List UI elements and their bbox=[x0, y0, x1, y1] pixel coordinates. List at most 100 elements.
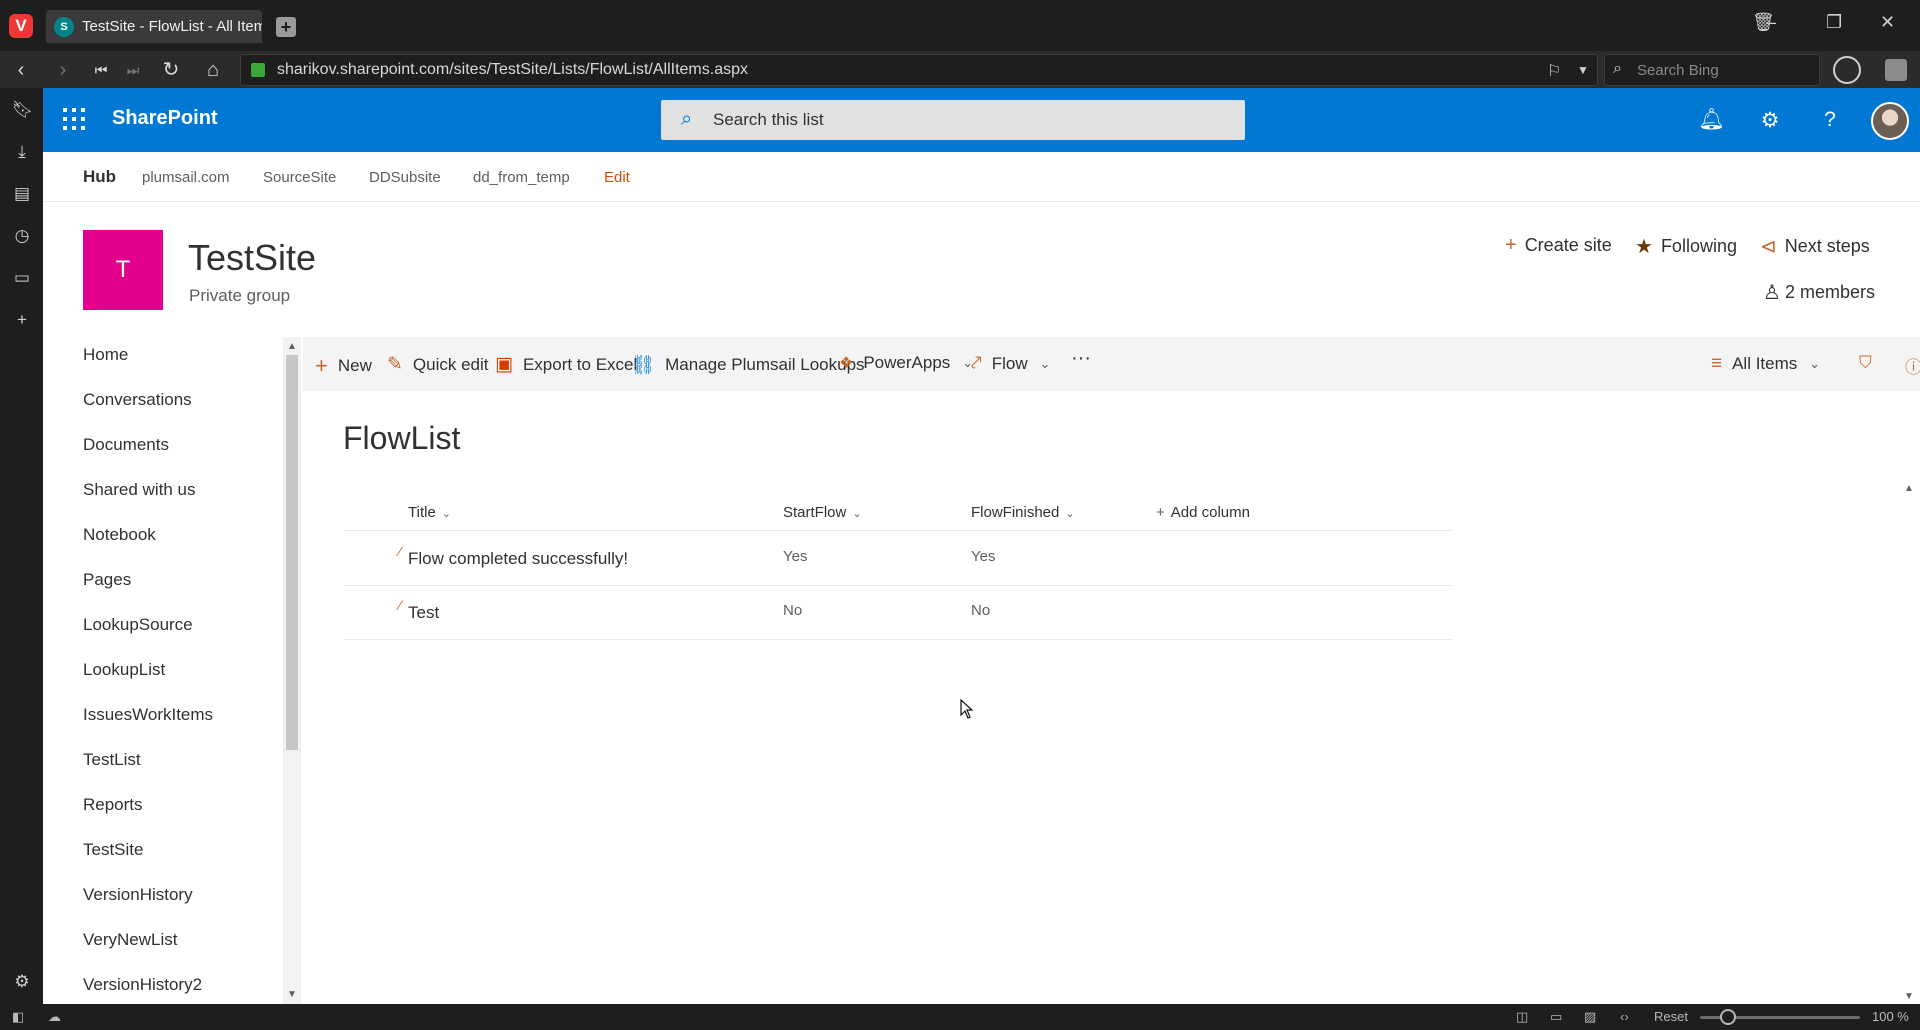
powerapps-button[interactable]: ❖ PowerApps ⌄ bbox=[839, 353, 973, 373]
window-panel-icon[interactable]: ▭ bbox=[12, 268, 32, 288]
row-title[interactable]: Test bbox=[408, 603, 439, 623]
zoom-slider-handle[interactable] bbox=[1720, 1009, 1736, 1025]
history-icon[interactable]: ◷ bbox=[12, 226, 32, 246]
members-button[interactable]: ♙ 2 members bbox=[1763, 280, 1875, 305]
close-icon[interactable]: ✕ bbox=[1880, 12, 1895, 33]
nav-item-testsite[interactable]: TestSite bbox=[83, 840, 143, 860]
main-scrollbar[interactable]: ▲ ▼ bbox=[1899, 391, 1920, 1004]
extension-icon[interactable] bbox=[1885, 59, 1907, 81]
vivaldi-menu-icon[interactable]: V bbox=[9, 14, 33, 38]
sync-cloud-icon[interactable]: ☁ bbox=[48, 1009, 61, 1025]
zoom-reset-button[interactable]: Reset bbox=[1654, 1009, 1688, 1024]
megaphone-icon: ⊲ bbox=[1760, 236, 1777, 258]
rewind-icon[interactable]: ⏮ bbox=[88, 57, 114, 83]
site-title[interactable]: TestSite bbox=[188, 237, 316, 279]
create-site-button[interactable]: + Create site bbox=[1505, 234, 1612, 257]
more-commands-button[interactable]: ··· bbox=[1071, 347, 1091, 370]
restore-icon[interactable]: ❐ bbox=[1826, 12, 1842, 33]
column-header-startflow[interactable]: StartFlow ⌄ bbox=[783, 504, 862, 521]
add-column-button[interactable]: + Add column bbox=[1156, 504, 1250, 521]
code-icon[interactable]: ‹› bbox=[1620, 1009, 1629, 1024]
capture-icon[interactable]: ◫ bbox=[1516, 1009, 1528, 1025]
tab-title: TestSite - FlowList - All Items bbox=[82, 18, 262, 35]
browser-tab-bar: V S TestSite - FlowList - All Items + 🗑 … bbox=[0, 0, 1920, 51]
hub-link-sourcesite[interactable]: SourceSite bbox=[263, 169, 336, 186]
site-logo[interactable]: T bbox=[83, 230, 163, 310]
new-button[interactable]: + New bbox=[315, 353, 372, 379]
url-field[interactable]: sharikov.sharepoint.com/sites/TestSite/L… bbox=[240, 54, 1598, 86]
tiling-icon[interactable]: ▭ bbox=[1550, 1009, 1562, 1025]
nav-item-documents[interactable]: Documents bbox=[83, 435, 169, 455]
settings-gear-icon[interactable]: ⚙ bbox=[12, 972, 32, 992]
forward-icon[interactable]: › bbox=[50, 57, 76, 83]
nav-item-shared-with-us[interactable]: Shared with us bbox=[83, 480, 195, 500]
panel-toggle-icon[interactable]: ◧ bbox=[12, 1009, 24, 1025]
flow-button[interactable]: ⤤ Flow ⌄ bbox=[971, 353, 1051, 375]
nav-item-lookuplist[interactable]: LookupList bbox=[83, 660, 165, 680]
add-panel-icon[interactable]: + bbox=[12, 310, 32, 330]
hub-title[interactable]: Hub bbox=[83, 167, 116, 187]
minimize-icon[interactable]: – bbox=[1766, 12, 1776, 33]
nav-item-versionhistory2[interactable]: VersionHistory2 bbox=[83, 975, 202, 995]
view-selector[interactable]: ≡ All Items ⌄ bbox=[1711, 353, 1820, 375]
hub-link-plumsail[interactable]: plumsail.com bbox=[142, 169, 230, 186]
scroll-down-icon[interactable]: ▼ bbox=[287, 989, 297, 1000]
scroll-up-icon[interactable]: ▲ bbox=[1904, 483, 1914, 494]
downloads-icon[interactable]: ⤓ bbox=[12, 142, 32, 162]
fast-forward-icon[interactable]: ⏭ bbox=[120, 57, 146, 83]
browser-tab[interactable]: S TestSite - FlowList - All Items bbox=[46, 10, 262, 43]
notes-icon[interactable]: ▤ bbox=[12, 184, 32, 204]
filter-icon[interactable]: ⛉ bbox=[1859, 353, 1872, 373]
scrollbar-thumb[interactable] bbox=[286, 355, 298, 750]
url-dropdown-icon[interactable]: ▼ bbox=[1577, 63, 1589, 77]
header-divider bbox=[343, 530, 1453, 531]
nav-item-home[interactable]: Home bbox=[83, 345, 128, 365]
scroll-up-icon[interactable]: ▲ bbox=[287, 341, 297, 352]
sharepoint-brand[interactable]: SharePoint bbox=[112, 107, 218, 130]
column-header-flowfinished[interactable]: FlowFinished ⌄ bbox=[971, 504, 1075, 521]
bookmarks-icon[interactable]: 🔖︎ bbox=[12, 100, 34, 120]
nav-item-notebook[interactable]: Notebook bbox=[83, 525, 156, 545]
settings-gear-icon[interactable]: ⚙ bbox=[1758, 108, 1782, 133]
person-icon: ♙ bbox=[1763, 282, 1781, 304]
row-divider bbox=[343, 639, 1453, 640]
list-search-input[interactable]: ⌕ Search this list bbox=[661, 100, 1245, 140]
scroll-down-icon[interactable]: ▼ bbox=[1904, 991, 1914, 1002]
list-search-placeholder: Search this list bbox=[713, 110, 824, 129]
quick-edit-button[interactable]: ✎ Quick edit bbox=[387, 353, 489, 376]
bookmark-icon[interactable]: ⚐ bbox=[1547, 61, 1561, 81]
nav-item-issuesworkitems[interactable]: IssuesWorkItems bbox=[83, 705, 213, 725]
new-tab-button[interactable]: + bbox=[276, 17, 296, 37]
nav-item-lookupsource[interactable]: LookupSource bbox=[83, 615, 193, 635]
nav-item-verynewlist[interactable]: VeryNewList bbox=[83, 930, 177, 950]
help-icon[interactable]: ? bbox=[1818, 108, 1842, 132]
home-icon[interactable]: ⌂ bbox=[200, 57, 226, 83]
notifications-bell-icon[interactable]: 🔔︎ bbox=[1698, 108, 1725, 132]
back-icon[interactable]: ‹ bbox=[8, 57, 34, 83]
hub-link-ddsubsite[interactable]: DDSubsite bbox=[369, 169, 441, 186]
next-steps-button[interactable]: ⊲ Next steps bbox=[1760, 234, 1870, 259]
quick-edit-label: Quick edit bbox=[412, 354, 489, 374]
bing-search-input[interactable]: ⌕ Search Bing bbox=[1604, 54, 1820, 86]
app-launcher-icon[interactable] bbox=[63, 108, 85, 130]
hub-link-dd-from-temp[interactable]: dd_from_temp bbox=[473, 169, 570, 186]
info-icon[interactable]: ⓘ bbox=[1905, 353, 1920, 378]
reload-icon[interactable]: ↻ bbox=[158, 57, 184, 83]
nav-item-conversations[interactable]: Conversations bbox=[83, 390, 192, 410]
column-header-title[interactable]: Title ⌄ bbox=[408, 504, 451, 521]
nav-item-testlist[interactable]: TestList bbox=[83, 750, 141, 770]
avatar[interactable] bbox=[1871, 102, 1909, 140]
profile-icon[interactable] bbox=[1833, 56, 1861, 84]
nav-item-versionhistory[interactable]: VersionHistory bbox=[83, 885, 193, 905]
export-to-excel-button[interactable]: ▣ Export to Excel bbox=[495, 353, 637, 376]
manage-plumsail-lookups-button[interactable]: ⛓ Manage Plumsail Lookups bbox=[631, 353, 865, 377]
nav-item-pages[interactable]: Pages bbox=[83, 570, 131, 590]
nav-item-reports[interactable]: Reports bbox=[83, 795, 143, 815]
left-nav-scrollbar[interactable]: ▲ ▼ bbox=[283, 337, 301, 1004]
row-startflow: No bbox=[783, 602, 803, 619]
hub-edit-link[interactable]: Edit bbox=[604, 169, 630, 186]
following-button[interactable]: ★ Following bbox=[1635, 234, 1737, 259]
images-icon[interactable]: ▨ bbox=[1584, 1009, 1596, 1025]
powerapps-label: PowerApps bbox=[863, 353, 951, 372]
row-title[interactable]: Flow completed successfully! bbox=[408, 549, 628, 569]
